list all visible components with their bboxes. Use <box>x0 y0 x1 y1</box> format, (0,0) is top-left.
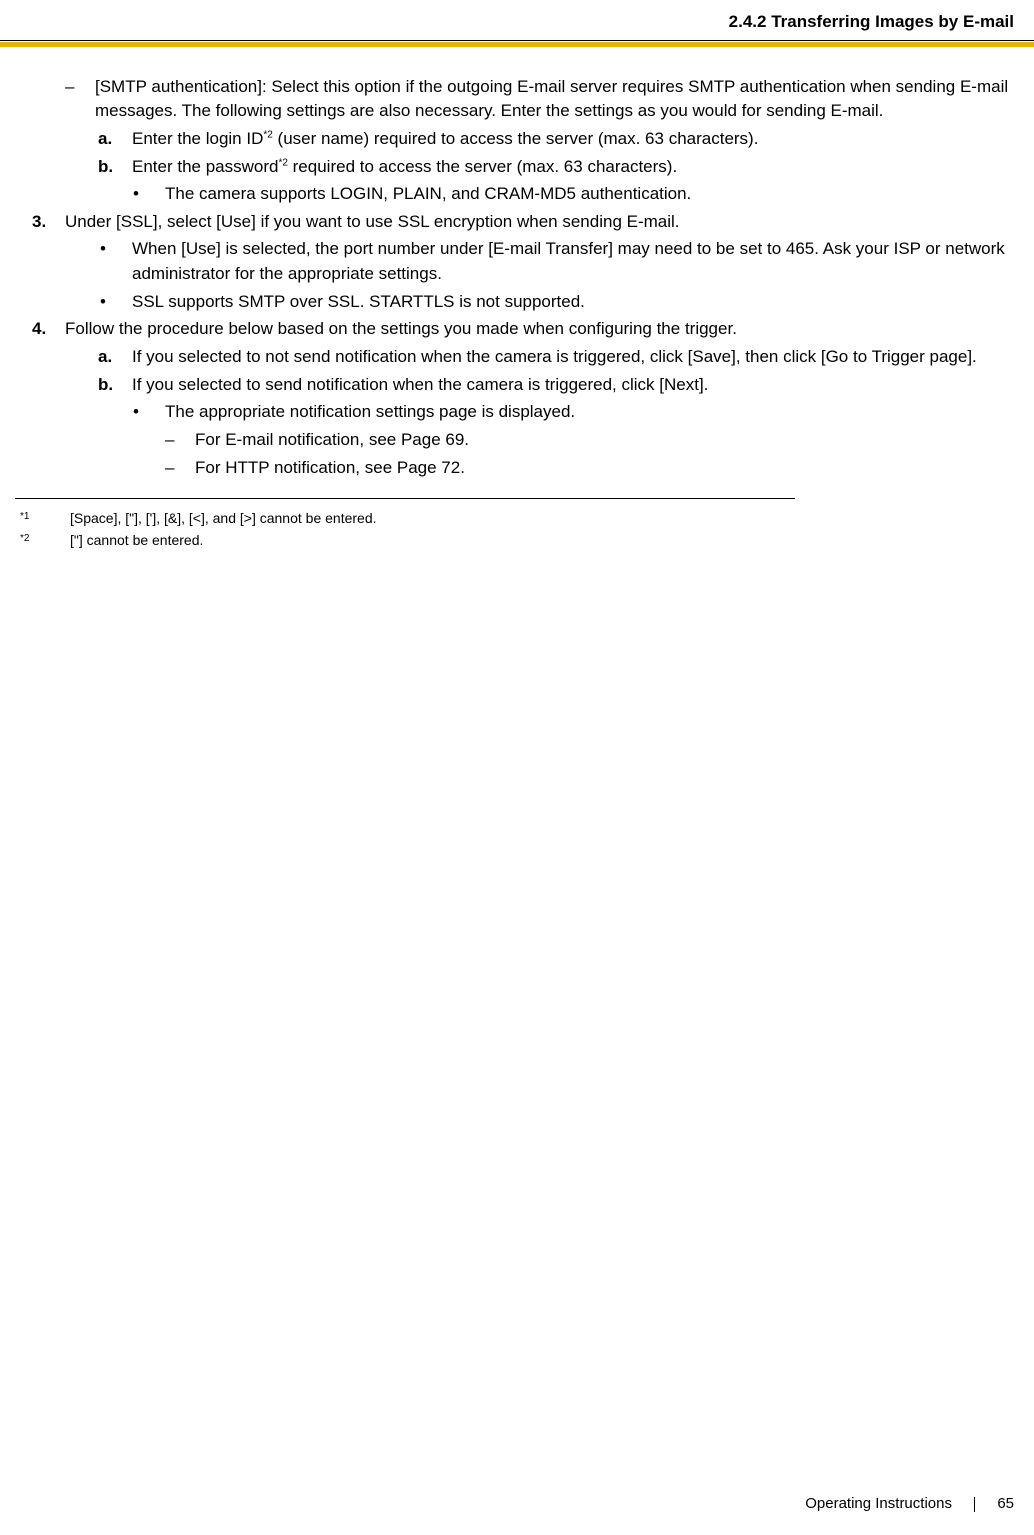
footnote-separator <box>15 498 795 499</box>
list-item: 3. Under [SSL], select [Use] if you want… <box>20 210 1014 235</box>
page-footer: Operating Instructions 65 <box>805 1493 1014 1515</box>
smtp-a-post: (user name) required to access the serve… <box>273 129 759 148</box>
alpha-marker: a. <box>98 345 112 370</box>
list-item: b. If you selected to send notification … <box>20 373 1014 398</box>
bullet-marker: • <box>133 400 139 425</box>
step4-a-text: If you selected to not send notification… <box>132 347 977 366</box>
step3-bullet1-text: When [Use] is selected, the port number … <box>132 239 1005 283</box>
footnote-text: ["] cannot be entered. <box>70 532 203 548</box>
dash-marker: – <box>165 456 174 481</box>
dash-marker: – <box>65 75 74 100</box>
footnote: *2 ["] cannot be entered. <box>20 531 1014 551</box>
list-item: – For E-mail notification, see Page 69. <box>20 428 1014 453</box>
page-header: 2.4.2 Transferring Images by E-mail <box>0 0 1034 40</box>
footer-page-number: 65 <box>997 1495 1014 1512</box>
smtp-a-pre: Enter the login ID <box>132 129 263 148</box>
page-content: – [SMTP authentication]: Select this opt… <box>0 47 1034 481</box>
footnote-marker: *1 <box>20 510 29 524</box>
smtp-auth-text: [SMTP authentication]: Select this optio… <box>95 77 1008 121</box>
list-item: 4. Follow the procedure below based on t… <box>20 317 1014 342</box>
bullet-marker: • <box>133 182 139 207</box>
footnote-marker: *2 <box>20 532 29 546</box>
footnote: *1 [Space], ["], ['], [&], [<], and [>] … <box>20 509 1014 529</box>
footer-separator <box>974 1497 975 1512</box>
number-marker: 4. <box>32 317 46 342</box>
step4-b-dash1-text: For E-mail notification, see Page 69. <box>195 430 469 449</box>
list-item: • The camera supports LOGIN, PLAIN, and … <box>20 182 1014 207</box>
step4-b-dash2-text: For HTTP notification, see Page 72. <box>195 458 465 477</box>
list-item: • The appropriate notification settings … <box>20 400 1014 425</box>
step4-b-text: If you selected to send notification whe… <box>132 375 708 394</box>
list-item: a. Enter the login ID*2 (user name) requ… <box>20 127 1014 152</box>
header-rule-black <box>0 40 1034 41</box>
step3-bullet2-text: SSL supports SMTP over SSL. STARTTLS is … <box>132 292 585 311</box>
step4-b-bullet-text: The appropriate notification settings pa… <box>165 402 575 421</box>
section-title: 2.4.2 Transferring Images by E-mail <box>729 12 1014 31</box>
number-marker: 3. <box>32 210 46 235</box>
step4-text: Follow the procedure below based on the … <box>65 319 737 338</box>
alpha-marker: b. <box>98 155 113 180</box>
smtp-b-bullet-text: The camera supports LOGIN, PLAIN, and CR… <box>165 184 691 203</box>
alpha-marker: a. <box>98 127 112 152</box>
bullet-marker: • <box>100 290 106 315</box>
bullet-marker: • <box>100 237 106 262</box>
step3-text: Under [SSL], select [Use] if you want to… <box>65 212 680 231</box>
smtp-b-post: required to access the server (max. 63 c… <box>288 157 677 176</box>
list-item: – For HTTP notification, see Page 72. <box>20 456 1014 481</box>
footnote-ref: *2 <box>278 157 287 168</box>
footnote-ref: *2 <box>263 129 272 140</box>
smtp-b-pre: Enter the password <box>132 157 278 176</box>
footnote-text: [Space], ["], ['], [&], [<], and [>] can… <box>70 510 377 526</box>
list-item: b. Enter the password*2 required to acce… <box>20 155 1014 180</box>
footer-doc-title: Operating Instructions <box>805 1495 952 1512</box>
list-item: a. If you selected to not send notificat… <box>20 345 1014 370</box>
list-item: – [SMTP authentication]: Select this opt… <box>20 75 1014 124</box>
list-item: • SSL supports SMTP over SSL. STARTTLS i… <box>20 290 1014 315</box>
list-item: • When [Use] is selected, the port numbe… <box>20 237 1014 286</box>
dash-marker: – <box>165 428 174 453</box>
alpha-marker: b. <box>98 373 113 398</box>
